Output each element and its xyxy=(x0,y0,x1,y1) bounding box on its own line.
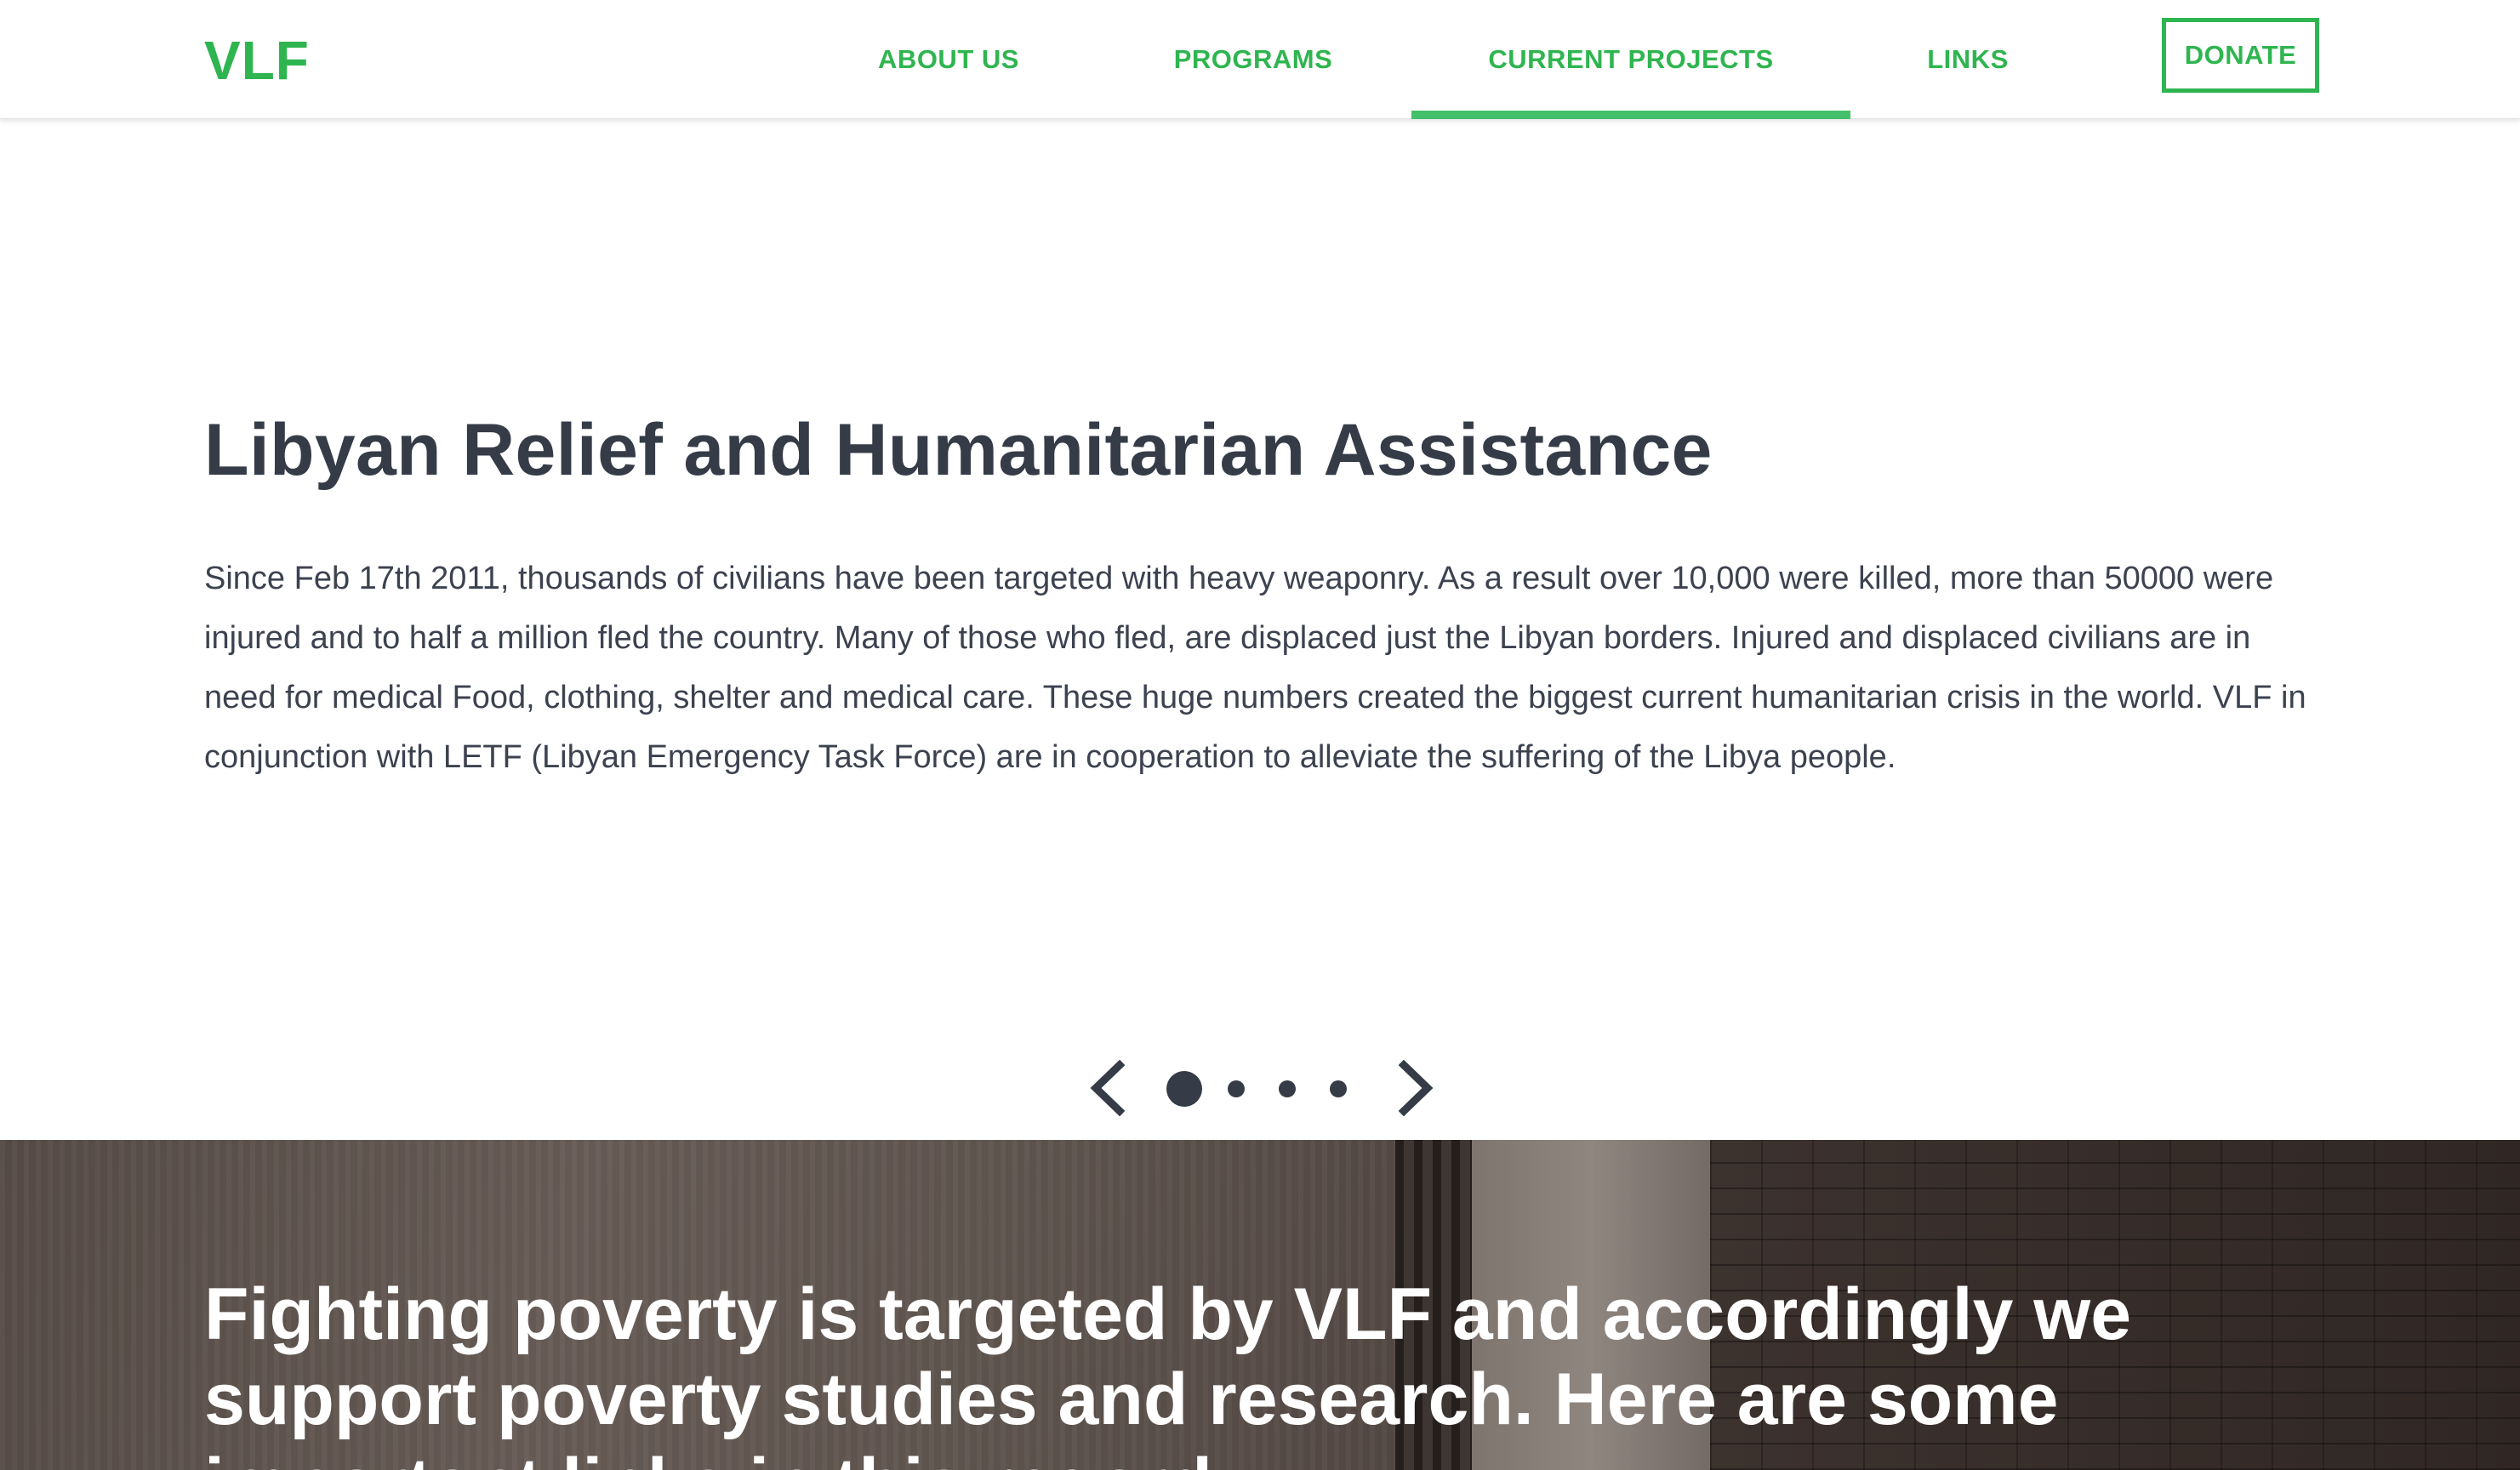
slide-description: Since Feb 17th 2011, thousands of civili… xyxy=(204,561,2306,775)
nav-item-programs[interactable]: PROGRAMS xyxy=(1157,0,1349,119)
slide-title: Libyan Relief and Humanitarian Assistanc… xyxy=(204,409,1713,491)
carousel-dot-4[interactable] xyxy=(1330,1080,1347,1097)
hero-heading: Fighting poverty is targeted by VLF and … xyxy=(204,1273,2132,1470)
carousel-dot-3[interactable] xyxy=(1279,1080,1296,1097)
nav-item-links[interactable]: LINKS xyxy=(1904,0,2032,119)
chevron-right-icon[interactable] xyxy=(1392,1060,1440,1116)
carousel-dot-2[interactable] xyxy=(1228,1080,1245,1097)
carousel-dot-1-active[interactable] xyxy=(1166,1071,1202,1107)
nav-item-about-us[interactable]: ABOUT US xyxy=(859,0,1038,119)
site-logo[interactable]: VLF xyxy=(204,29,310,92)
site-header: VLF ABOUT US PROGRAMS CURRENT PROJECTS L… xyxy=(0,0,2520,119)
nav-item-current-projects[interactable]: CURRENT PROJECTS xyxy=(1411,0,1850,119)
chevron-left-icon[interactable] xyxy=(1084,1060,1132,1116)
donate-button[interactable]: DONATE xyxy=(2162,18,2319,93)
hero-banner: Fighting poverty is targeted by VLF and … xyxy=(0,1140,2520,1470)
